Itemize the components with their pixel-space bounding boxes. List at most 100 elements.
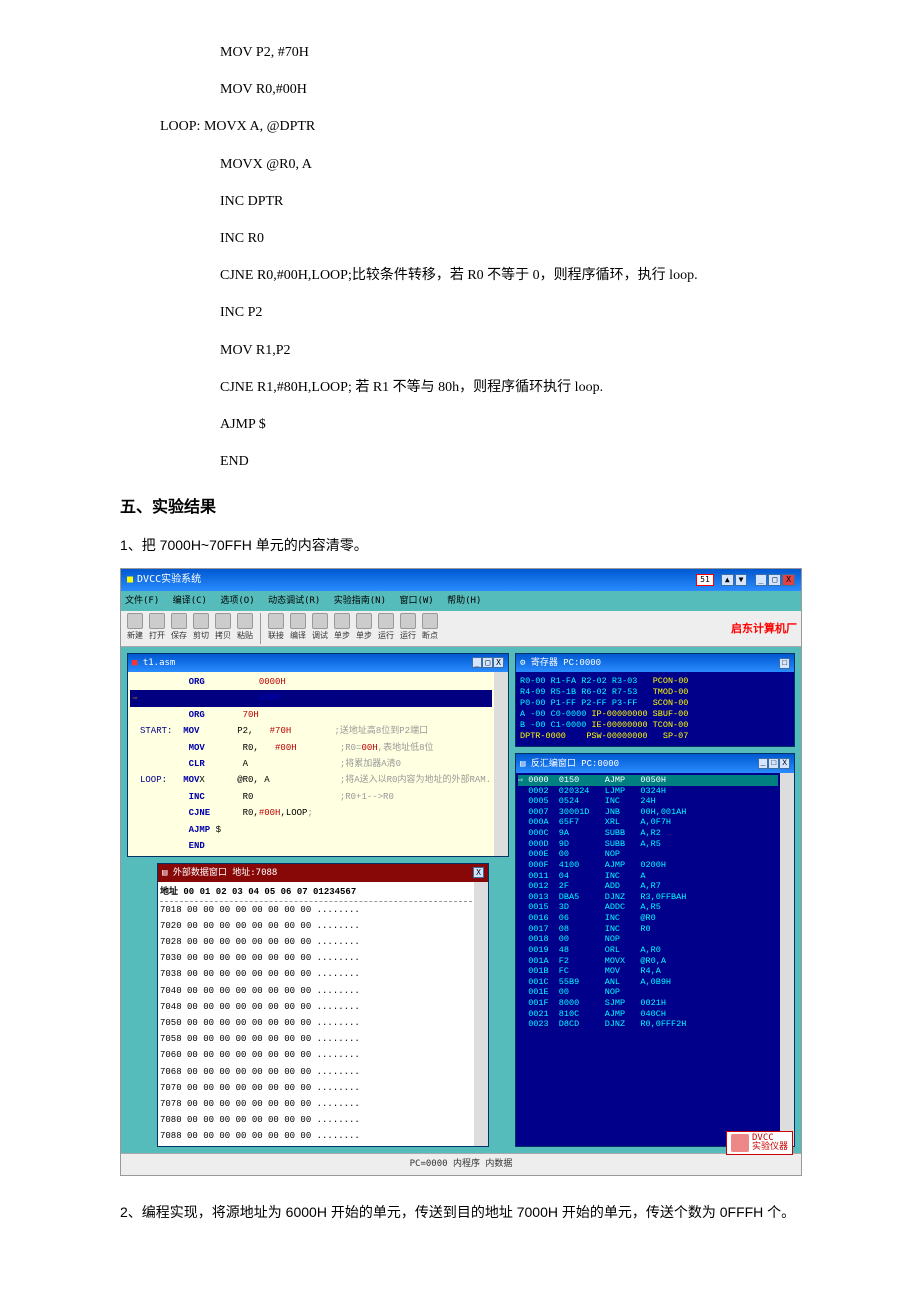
menu-guide[interactable]: 实验指南(N) <box>334 596 386 606</box>
menu-options[interactable]: 选项(O) <box>220 596 254 606</box>
mem-row[interactable]: 7048 00 00 00 00 00 00 00 00 ........ <box>160 999 472 1015</box>
disasm-line[interactable]: 000F 4100 AJMP 0200H <box>518 860 778 871</box>
asm-line[interactable]: MOV R0, #00H ;R0=00H,表地址低8位 <box>130 740 492 756</box>
disasm-line[interactable]: 0017 08 INC R0 <box>518 924 778 935</box>
maximize-icon[interactable]: □ <box>482 657 493 668</box>
asm-line[interactable]: INC R0 ;R0+1-->R0 <box>130 789 492 805</box>
logo-icon <box>731 1134 749 1152</box>
disasm-line[interactable]: 001C 55B9 ANL A,0B9H <box>518 977 778 988</box>
disasm-line[interactable]: 000C 9A SUBB A,R2 <box>518 828 778 839</box>
asm-line[interactable]: AJMP $ <box>130 822 492 838</box>
scrollbar[interactable] <box>780 773 794 1147</box>
mem-row[interactable]: 7018 00 00 00 00 00 00 00 00 ........ <box>160 902 472 918</box>
disasm-line[interactable]: 0016 06 INC @R0 <box>518 913 778 924</box>
section-heading: 五、实验结果 <box>120 494 800 523</box>
code-line: MOV P2, #70H <box>120 40 800 65</box>
scrollbar[interactable] <box>494 672 508 856</box>
menu-file[interactable]: 文件(F) <box>125 596 159 606</box>
menu-debug[interactable]: 动态调试(R) <box>268 596 320 606</box>
disasm-line[interactable]: 001A F2 MOVX @R0,A <box>518 956 778 967</box>
disasm-line[interactable]: 0018 00 NOP <box>518 934 778 945</box>
tool-btn-剪切[interactable]: 剪切 <box>191 613 211 643</box>
disasm-line[interactable]: 0019 48 ORL A,R0 <box>518 945 778 956</box>
asm-line[interactable]: CJNE R0,#00H,LOOP; <box>130 805 492 821</box>
disasm-line[interactable]: 0021 810C AJMP 040CH <box>518 1009 778 1020</box>
disasm-line[interactable]: 000D 9D SUBB A,R5 <box>518 839 778 850</box>
mem-row[interactable]: 7038 00 00 00 00 00 00 00 00 ........ <box>160 966 472 982</box>
menu-help[interactable]: 帮助(H) <box>447 596 481 606</box>
menu-compile[interactable]: 编译(C) <box>173 596 207 606</box>
mem-row[interactable]: 7040 00 00 00 00 00 00 00 00 ........ <box>160 983 472 999</box>
code-line: END <box>120 449 800 474</box>
window-controls[interactable]: 51 ▲▼ _□X <box>695 571 795 589</box>
mem-row[interactable]: 7020 00 00 00 00 00 00 00 00 ........ <box>160 918 472 934</box>
minimize-icon: _ <box>755 574 768 586</box>
disasm-line[interactable]: 001B FC MOV R4,A <box>518 966 778 977</box>
tool-btn-联接[interactable]: 联接 <box>266 613 286 643</box>
disasm-line[interactable]: 0002 020324 LJMP 0324H <box>518 786 778 797</box>
disasm-line[interactable]: 001F 8000 SJMP 0021H <box>518 998 778 1009</box>
paragraph: 1、把 7000H~70FFH 单元的内容清零。 <box>120 533 800 558</box>
mem-row[interactable]: 7078 00 00 00 00 00 00 00 00 ........ <box>160 1096 472 1112</box>
disasm-line[interactable]: 0013 DBA5 DJNZ R3,0FFBAH <box>518 892 778 903</box>
asm-line[interactable]: ⇨ AJMP START <box>130 690 492 706</box>
close-icon: X <box>782 574 795 586</box>
disasm-line[interactable]: 0007 30001D JNB 00H,001AH <box>518 807 778 818</box>
asm-line[interactable]: START: MOV P2, #70H ;送地址高8位到P2端口 <box>130 723 492 739</box>
tool-btn-拷贝[interactable]: 拷贝 <box>213 613 233 643</box>
disasm-line[interactable]: 0012 2F ADD A,R7 <box>518 881 778 892</box>
reg-win-title: ⚙ 寄存器 PC:0000 <box>520 655 601 671</box>
asm-line[interactable]: LOOP: MOVX @R0, A ;将A送入以R0内容为地址的外部RAM. <box>130 772 492 788</box>
tray-label: 51 <box>696 574 714 586</box>
minimize-icon[interactable]: _ <box>472 657 483 668</box>
maximize-icon[interactable]: □ <box>779 658 790 669</box>
register-window: ⚙ 寄存器 PC:0000 □ R0-00 R1-FA R2-02 R3-03 … <box>515 653 795 748</box>
close-icon[interactable]: X <box>493 657 504 668</box>
code-line: MOV R0,#00H <box>120 77 800 102</box>
tool-btn-打开[interactable]: 打开 <box>147 613 167 643</box>
tool-btn-单步[interactable]: 单步 <box>332 613 352 643</box>
tool-btn-保存[interactable]: 保存 <box>169 613 189 643</box>
menubar[interactable]: 文件(F) 编译(C) 选项(O) 动态调试(R) 实验指南(N) 窗口(W) … <box>121 591 801 611</box>
mem-row[interactable]: 7068 00 00 00 00 00 00 00 00 ........ <box>160 1064 472 1080</box>
mem-row[interactable]: 7070 00 00 00 00 00 00 00 00 ........ <box>160 1080 472 1096</box>
mem-row[interactable]: 7030 00 00 00 00 00 00 00 00 ........ <box>160 950 472 966</box>
tool-btn-运行[interactable]: 运行 <box>376 613 396 643</box>
disasm-line[interactable]: 0015 3D ADDC A,R5 <box>518 902 778 913</box>
mem-header: 地址 00 01 02 03 04 05 06 07 01234567 <box>160 884 472 901</box>
asm-line[interactable]: ORG 0000H <box>130 674 492 690</box>
mem-row[interactable]: 7088 00 00 00 00 00 00 00 00 ........ <box>160 1128 472 1144</box>
minimize-icon[interactable]: _ <box>758 758 769 769</box>
disasm-win-title: ▤ 反汇编窗口 PC:0000 <box>520 756 619 772</box>
mem-row[interactable]: 7080 00 00 00 00 00 00 00 00 ........ <box>160 1112 472 1128</box>
tool-btn-调试[interactable]: 调试 <box>310 613 330 643</box>
disasm-line[interactable]: 001E 00 NOP <box>518 987 778 998</box>
tool-btn-粘贴[interactable]: 粘贴 <box>235 613 255 643</box>
close-icon[interactable]: X <box>779 758 790 769</box>
disasm-line[interactable]: 0005 0524 INC 24H <box>518 796 778 807</box>
tool-btn-单步[interactable]: 单步 <box>354 613 374 643</box>
disasm-line[interactable]: 000E 00 NOP <box>518 849 778 860</box>
close-icon[interactable]: X <box>473 867 484 878</box>
tool-btn-运行[interactable]: 运行 <box>398 613 418 643</box>
maximize-icon[interactable]: □ <box>768 758 779 769</box>
disasm-line[interactable]: 0011 04 INC A <box>518 871 778 882</box>
scrollbar[interactable] <box>474 882 488 1146</box>
asm-line[interactable]: CLR A ;将累加器A清0 <box>130 756 492 772</box>
asm-line[interactable]: ORG 70H <box>130 707 492 723</box>
disasm-line[interactable]: 0023 D8CD DJNZ R0,0FFF2H <box>518 1019 778 1030</box>
tool-btn-新建[interactable]: 新建 <box>125 613 145 643</box>
asm-line[interactable]: END <box>130 838 492 854</box>
mem-row[interactable]: 7050 00 00 00 00 00 00 00 00 ........ <box>160 1015 472 1031</box>
menu-window[interactable]: 窗口(W) <box>399 596 433 606</box>
tool-btn-断点[interactable]: 断点 <box>420 613 440 643</box>
toolbar: 新建打开保存剪切拷贝粘贴联接编译调试单步单步运行运行断点 启东计算机厂 <box>121 611 801 646</box>
disasm-line[interactable]: 000A 65F7 XRL A,0F7H <box>518 817 778 828</box>
disasm-window: ▤ 反汇编窗口 PC:0000 _□X ⇨ 0000 0150 AJMP 005… <box>515 753 795 1147</box>
tool-btn-编译[interactable]: 编译 <box>288 613 308 643</box>
mem-row[interactable]: 7028 00 00 00 00 00 00 00 00 ........ <box>160 934 472 950</box>
mem-row[interactable]: 7060 00 00 00 00 00 00 00 00 ........ <box>160 1047 472 1063</box>
mem-row[interactable]: 7058 00 00 00 00 00 00 00 00 ........ <box>160 1031 472 1047</box>
disasm-line[interactable]: ⇨ 0000 0150 AJMP 0050H <box>518 775 778 786</box>
dvcc-logo: DVCC 实验仪器 <box>726 1131 793 1155</box>
